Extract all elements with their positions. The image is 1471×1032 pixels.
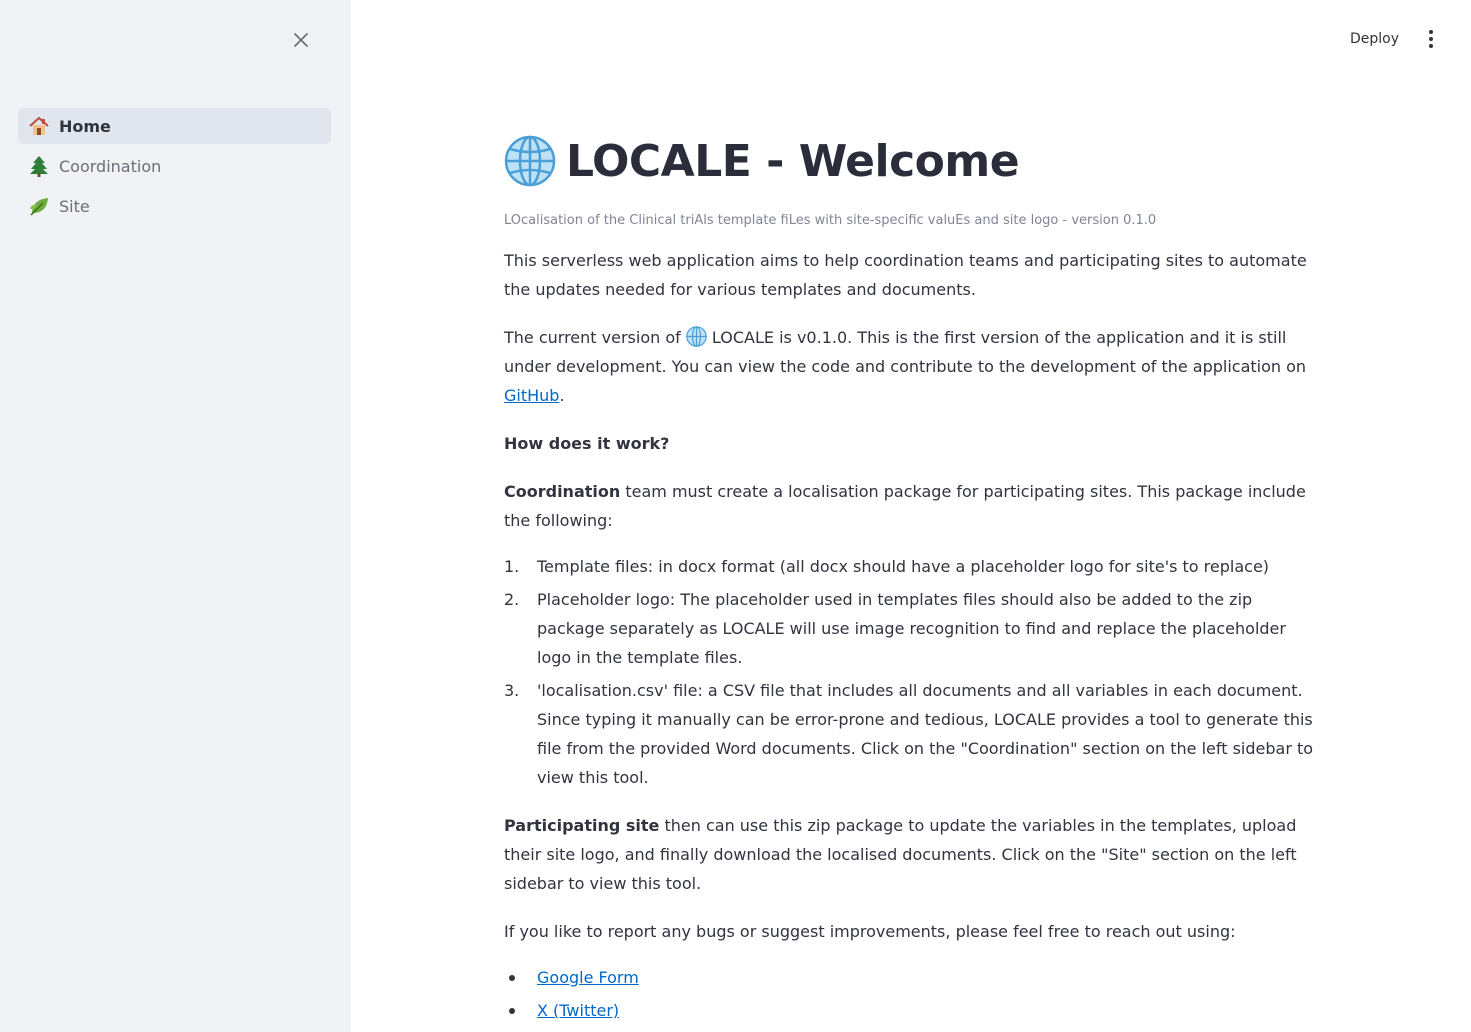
version-text-end: . (559, 386, 565, 405)
globe-icon (686, 326, 707, 347)
list-item: 2. Placeholder logo: The placeholder used… (504, 585, 1314, 672)
coordination-bold: Coordination (504, 482, 621, 501)
page-title: LOCALE - Welcome (504, 128, 1314, 194)
list-item-text: Placeholder logo: The placeholder used i… (537, 590, 1286, 667)
how-heading-text: How does it work? (504, 434, 670, 453)
site-paragraph: Participating site then can use this zip… (504, 811, 1314, 898)
leaf-icon (28, 195, 50, 217)
contact-links-list: Google Form X (Twitter) (504, 963, 1314, 1025)
page-subtitle: LOcalisation of the Clinical triAls temp… (504, 213, 1157, 228)
list-item: 3. 'localisation.csv' file: a CSV file th… (504, 676, 1314, 792)
globe-icon (504, 135, 556, 187)
how-heading: How does it work? (504, 429, 1314, 458)
close-sidebar-button[interactable] (287, 26, 315, 54)
version-paragraph: The current version of LOCALE is v0.1.0.… (504, 323, 1314, 410)
steps-list: 1. Template files: in docx format (all do… (504, 552, 1314, 792)
more-vertical-icon[interactable] (1418, 26, 1444, 52)
google-form-link[interactable]: Google Form (537, 968, 639, 987)
sidebar-item-label: Coordination (59, 156, 162, 176)
list-item: X (Twitter) (504, 996, 1314, 1025)
list-number: 3. (504, 681, 520, 700)
page-title-text: LOCALE - Welcome (566, 135, 1020, 187)
main-content: LOCALE - Welcome LOcalisation of the Cli… (504, 128, 1314, 1029)
house-icon (28, 115, 50, 137)
list-number: 2. (504, 590, 520, 609)
list-item: 1. Template files: in docx format (all do… (504, 552, 1314, 581)
sidebar-item-home[interactable]: Home (18, 108, 331, 144)
list-item: Google Form (504, 963, 1314, 992)
version-text-start: The current version of (504, 328, 686, 347)
sidebar-item-coordination[interactable]: Coordination (18, 148, 331, 184)
sidebar: Home Coordination Site (0, 0, 350, 1032)
twitter-link[interactable]: X (Twitter) (537, 1001, 619, 1020)
github-link[interactable]: GitHub (504, 386, 559, 405)
sidebar-item-label: Home (59, 116, 111, 136)
site-bold: Participating site (504, 816, 660, 835)
list-number: 1. (504, 557, 520, 576)
report-paragraph: If you like to report any bugs or sugges… (504, 922, 1236, 941)
close-icon (294, 33, 308, 47)
list-item-text: 'localisation.csv' file: a CSV file that… (537, 681, 1314, 787)
intro-paragraph: This serverless web application aims to … (504, 251, 1307, 299)
coordination-text: team must create a localisation package … (504, 482, 1306, 530)
deploy-button[interactable]: Deploy (1336, 24, 1413, 54)
tree-icon (28, 155, 50, 177)
coordination-paragraph: Coordination team must create a localisa… (504, 477, 1314, 535)
sidebar-item-site[interactable]: Site (18, 188, 331, 224)
sidebar-nav: Home Coordination Site (18, 108, 331, 228)
sidebar-item-label: Site (59, 196, 90, 216)
list-item-text: Template files: in docx format (all docx… (537, 557, 1270, 576)
